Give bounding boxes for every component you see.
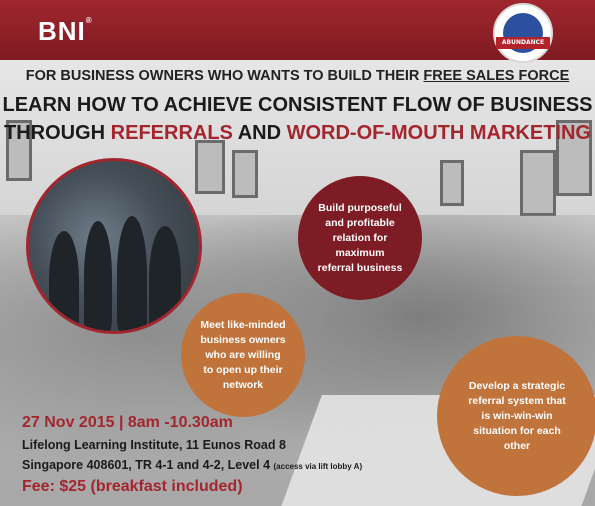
benefit-bubble-network: Meet like-minded business owners who are… bbox=[181, 293, 305, 417]
abundance-badge: ABUNDANCE bbox=[493, 3, 553, 63]
networking-photo bbox=[26, 158, 202, 334]
headline-line-2: THROUGH REFERRALS AND WORD-OF-MOUTH MARK… bbox=[3, 122, 591, 144]
event-address-line-1: Lifelong Learning Institute, 11 Eunos Ro… bbox=[22, 438, 286, 452]
bni-logo: BNI® bbox=[38, 16, 93, 46]
access-note: (access via lift lobby A) bbox=[273, 462, 363, 471]
event-address-line-2: Singapore 408601, TR 4-1 and 4-2, Level … bbox=[22, 458, 363, 472]
header-bar: BNI® ABUNDANCE bbox=[0, 0, 595, 63]
wall-frame bbox=[440, 160, 464, 206]
benefit-bubble-system: Develop a strategic referral system that… bbox=[437, 336, 595, 496]
wall-frame bbox=[195, 140, 225, 194]
kicker-text: FOR BUSINESS OWNERS WHO WANTS TO BUILD T… bbox=[25, 68, 570, 84]
flyer: BNI® ABUNDANCE FOR BUSINESS OWNERS WHO W… bbox=[0, 0, 595, 506]
event-fee: Fee: $25 (breakfast included) bbox=[22, 478, 243, 495]
benefit-bubble-relation: Build purposeful and profitable relation… bbox=[298, 176, 422, 300]
event-date: 27 Nov 2015 | 8am -10.30am bbox=[22, 414, 233, 431]
wall-frame bbox=[520, 150, 556, 216]
wall-frame bbox=[232, 150, 258, 198]
headline-line-1: LEARN HOW TO ACHIEVE CONSISTENT FLOW OF … bbox=[2, 94, 593, 116]
badge-label: ABUNDANCE bbox=[496, 37, 550, 49]
